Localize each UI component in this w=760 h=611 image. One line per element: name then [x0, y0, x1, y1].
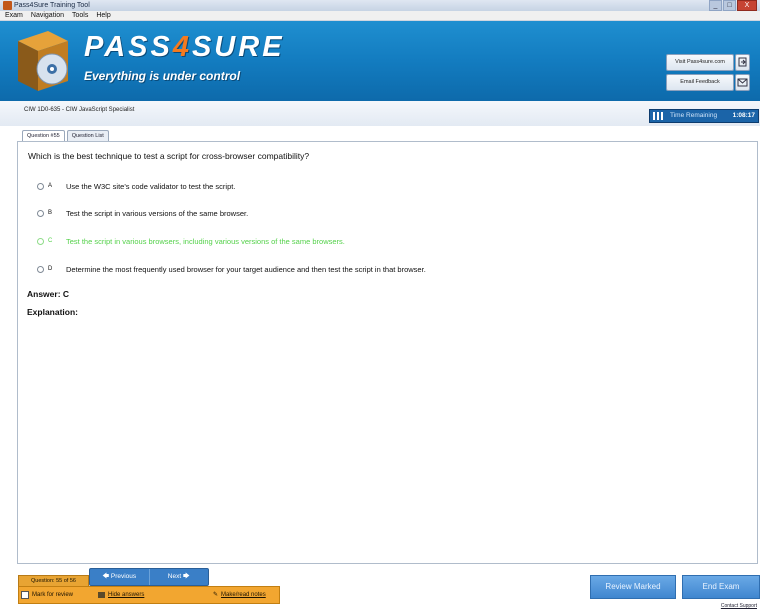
navigation-buttons: 🡄 Previous Next 🡆 — [89, 568, 209, 586]
answer-label: Answer: C — [27, 289, 70, 299]
exam-info-bar: CIW 1D0-635 - CIW JavaScript Specialist … — [0, 101, 760, 126]
question-text: Which is the best technique to test a sc… — [28, 151, 310, 161]
close-button[interactable]: X — [737, 0, 757, 11]
header-banner: PASS4SURE Everything is under control Vi… — [0, 21, 760, 101]
make-notes-link[interactable]: ✎ Make/read notes — [213, 590, 266, 600]
title-bar: Pass4Sure Training Tool _ □ X — [0, 0, 760, 11]
exit-icon[interactable] — [735, 54, 750, 71]
option-text: Use the W3C site's code validator to tes… — [66, 181, 236, 191]
mark-for-review-label: Mark for review — [32, 592, 74, 598]
explanation-label: Explanation: — [27, 307, 79, 317]
window-controls: _ □ X — [709, 0, 757, 11]
option-letter: B — [48, 210, 53, 216]
brand-logo: PASS4SURE — [84, 31, 285, 63]
menu-navigation[interactable]: Navigation — [31, 11, 64, 20]
app-icon — [3, 1, 12, 10]
option-letter: D — [48, 266, 53, 272]
mail-icon[interactable] — [735, 74, 750, 91]
option-text: Test the script in various browsers, inc… — [66, 236, 345, 246]
option-text: Test the script in various versions of t… — [66, 208, 249, 218]
tab-question[interactable]: Question #55 — [22, 130, 65, 141]
option-text: Determine the most frequently used brows… — [66, 264, 426, 274]
answers-icon — [98, 592, 105, 598]
radio-button[interactable] — [37, 209, 44, 217]
email-feedback-button[interactable]: Email Feedback — [666, 74, 734, 91]
option-a[interactable]: A Use the W3C site's code validator to t… — [37, 180, 235, 192]
radio-button[interactable] — [37, 265, 44, 273]
tagline: Everything is under control — [84, 69, 241, 83]
pause-icon[interactable] — [653, 112, 665, 120]
window-title: Pass4Sure Training Tool — [14, 2, 90, 9]
option-letter: C — [48, 238, 53, 244]
tab-question-list[interactable]: Question List — [66, 130, 109, 141]
time-label: Time Remaining — [670, 112, 718, 119]
hide-answers-link[interactable]: Hide answers — [98, 590, 144, 600]
option-c[interactable]: C Test the script in various browsers, i… — [37, 235, 345, 247]
checkbox-icon[interactable] — [21, 591, 29, 599]
radio-button[interactable] — [37, 237, 44, 245]
radio-button[interactable] — [37, 182, 44, 190]
question-panel — [17, 141, 758, 564]
visit-site-button[interactable]: Visit Pass4sure.com — [666, 54, 734, 71]
pencil-icon: ✎ — [213, 592, 219, 598]
end-exam-button[interactable]: End Exam — [682, 575, 760, 599]
review-marked-button[interactable]: Review Marked — [590, 575, 676, 599]
menu-tools[interactable]: Tools — [72, 11, 88, 20]
minimize-button[interactable]: _ — [709, 0, 722, 11]
mark-for-review-checkbox[interactable]: Mark for review — [21, 590, 73, 600]
time-remaining: Time Remaining 1:08:17 — [649, 109, 759, 123]
hide-answers-label: Hide answers — [108, 592, 145, 598]
previous-button[interactable]: 🡄 Previous — [90, 569, 149, 585]
option-b[interactable]: B Test the script in various versions of… — [37, 207, 248, 219]
maximize-button[interactable]: □ — [723, 0, 736, 11]
menu-exam[interactable]: Exam — [5, 11, 23, 20]
contact-support-link[interactable]: Contact Support — [721, 603, 757, 609]
menu-bar: Exam Navigation Tools Help — [0, 11, 760, 21]
menu-help[interactable]: Help — [96, 11, 110, 20]
logo-box-icon — [18, 31, 68, 91]
question-tabs: Question #55 Question List — [22, 130, 109, 141]
make-notes-label: Make/read notes — [221, 592, 266, 598]
next-button[interactable]: Next 🡆 — [148, 569, 209, 585]
option-letter: A — [48, 183, 53, 189]
time-value: 1:08:17 — [732, 112, 755, 119]
exam-title: CIW 1D0-635 - CIW JavaScript Specialist — [24, 107, 135, 113]
option-d[interactable]: D Determine the most frequently used bro… — [37, 263, 426, 275]
